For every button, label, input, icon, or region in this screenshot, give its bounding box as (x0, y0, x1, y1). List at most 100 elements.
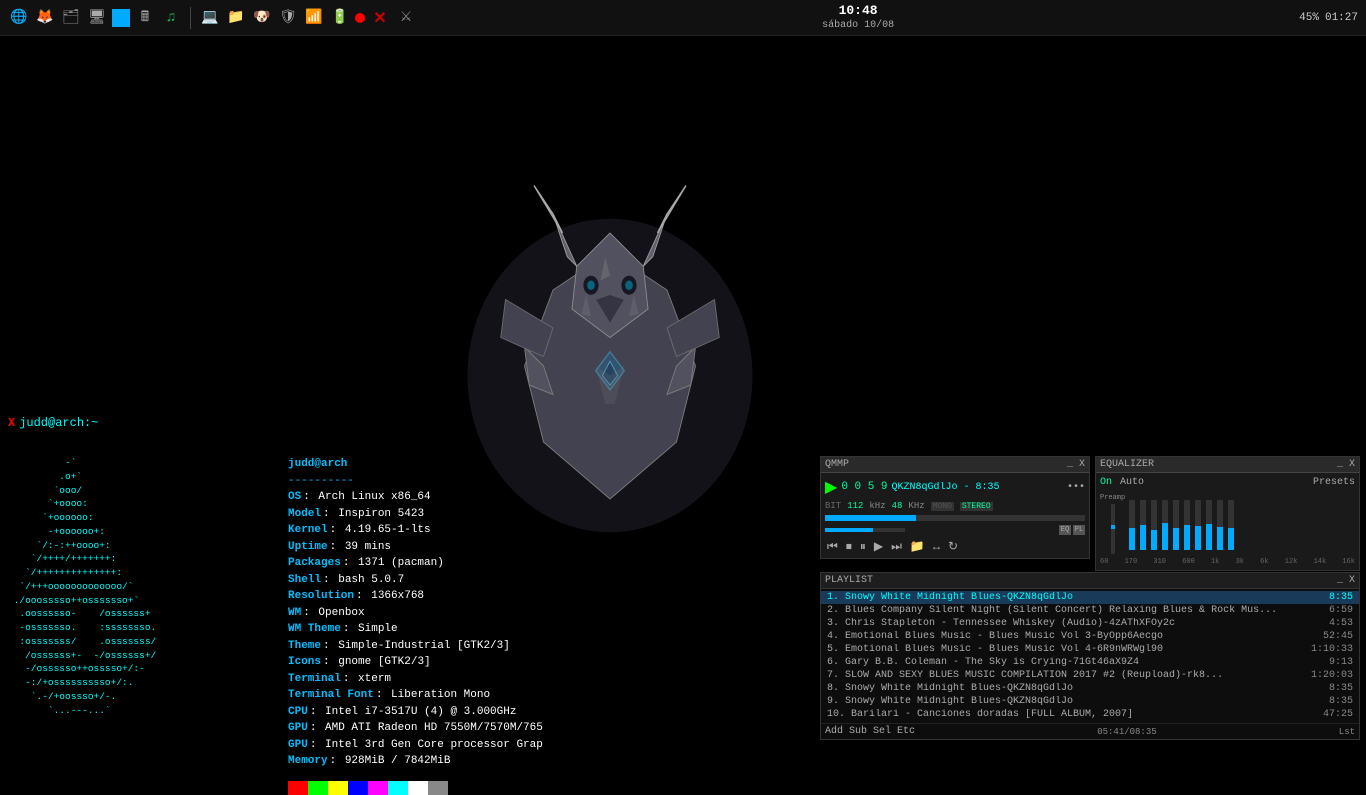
eq-bar-fill-3 (1162, 523, 1168, 551)
eq-slider-1[interactable] (1140, 500, 1146, 550)
eq-preamp-slider[interactable] (1111, 504, 1115, 554)
info-line-terminal-font: Terminal Font: Liberation Mono (288, 687, 543, 704)
pl-item-time: 8:35 (1329, 696, 1353, 707)
eq-slider-8[interactable] (1217, 500, 1223, 550)
monitor2-icon[interactable]: 💻 (199, 7, 221, 29)
shield-icon[interactable]: 🛡 (277, 7, 299, 29)
eq-auto-label[interactable]: Auto (1120, 477, 1144, 488)
qmmp-body: ▶ 0 0 5 9 QKZN8qGdlJo - 8:35 ••• BIT 112… (821, 473, 1089, 558)
qmmp-window-controls[interactable]: _ X (1067, 459, 1085, 470)
pl-btn-sub[interactable]: Sub (849, 726, 867, 737)
qmmp-khz-label2: KHz (908, 501, 924, 511)
eq-window-controls[interactable]: _ X (1337, 459, 1355, 470)
qmmp-prev-button[interactable]: ⏮ (825, 540, 840, 554)
pl-btn-etc[interactable]: Etc (897, 726, 915, 737)
playlist-item-7[interactable]: 7. SLOW AND SEXY BLUES MUSIC COMPILATION… (821, 669, 1359, 682)
playlist-item-9[interactable]: 9. Snowy White Midnight Blues-QKZN8qGdlJ… (821, 695, 1359, 708)
qmmp-stop-button[interactable]: ⏹ (844, 540, 854, 554)
qmmp-progress-row[interactable] (825, 515, 1085, 521)
eq-title: EQUALIZER (1100, 459, 1154, 470)
pl-item-time: 1:10:33 (1311, 644, 1353, 655)
eq-on-toggle[interactable]: On (1100, 477, 1112, 488)
eq-bar-6[interactable] (1195, 500, 1201, 550)
qmmp-next-button[interactable]: ⏭ (889, 540, 904, 554)
qmmp-shuffle-button[interactable]: ↔ (931, 540, 942, 554)
qmmp-menu-dots[interactable]: ••• (1067, 482, 1085, 493)
playlist-item-6[interactable]: 6. Gary B.B. Coleman - The Sky is Crying… (821, 656, 1359, 669)
eq-slider-2[interactable] (1151, 500, 1157, 550)
time-display: 10:48 (839, 3, 878, 20)
qmmp-vis-eq[interactable]: EQ (1059, 525, 1071, 535)
playlist-item-2[interactable]: 2. Blues Company Silent Night (Silent Co… (821, 604, 1359, 617)
qmmp-freq-row: BIT 112 kHz 48 KHz MONO STEREO (825, 501, 1085, 511)
eq-slider-7[interactable] (1206, 500, 1212, 550)
eq-slider-0[interactable] (1129, 500, 1135, 550)
eq-freq-label-3k: 3k (1236, 558, 1244, 566)
pl-btn-sel[interactable]: Sel (873, 726, 891, 737)
folder-icon[interactable]: 📁 (225, 7, 247, 29)
pl-lst-label: Lst (1339, 727, 1355, 737)
recording-icon[interactable] (355, 13, 365, 23)
eq-preamp-label: Preamp (1100, 494, 1125, 502)
eq-bar-9[interactable] (1228, 500, 1234, 550)
eq-slider-4[interactable] (1173, 500, 1179, 550)
pl-item-time: 1:20:03 (1311, 670, 1353, 681)
pl-window-controls[interactable]: _ X (1337, 575, 1355, 586)
eq-bar-2[interactable] (1151, 500, 1157, 550)
eq-bar-3[interactable] (1162, 500, 1168, 550)
qmmp-top-row: ▶ 0 0 5 9 QKZN8qGdlJo - 8:35 ••• (825, 477, 1085, 497)
pl-item-name: 2. Blues Company Silent Night (Silent Co… (827, 605, 1321, 616)
display-icon[interactable]: 🖥 (86, 7, 108, 29)
taskbar-left: 🌐 🦊 🗂 🖥 🖩 ♫ 💻 📁 🐶 🛡 📶 🔋 ✕ ⚔ (8, 7, 417, 29)
qmmp-volume-bar[interactable] (825, 528, 905, 532)
dog-icon[interactable]: 🐶 (251, 7, 273, 29)
network2-icon[interactable]: 📶 (303, 7, 325, 29)
swatch-green (308, 781, 328, 795)
eq-bar-7[interactable] (1206, 500, 1212, 550)
spotify-icon[interactable]: ♫ (160, 7, 182, 29)
eq-presets-label[interactable]: Presets (1313, 477, 1355, 488)
firefox-icon[interactable]: 🦊 (34, 7, 56, 29)
qmmp-title: QMMP (825, 459, 849, 470)
eq-slider-5[interactable] (1184, 500, 1190, 550)
battery2-icon[interactable]: 🔋 (329, 7, 351, 29)
pl-footer: AddSubSelEtc 05:41/08:35 Lst (821, 723, 1359, 739)
qmmp-time-display: 0 0 5 9 (841, 481, 887, 493)
playlist-item-1[interactable]: 1. Snowy White Midnight Blues-QKZN8qGdlJ… (821, 591, 1359, 604)
files-manager-icon[interactable]: 🗂 (60, 7, 82, 29)
eq-slider-6[interactable] (1195, 500, 1201, 550)
pl-titlebar: PLAYLIST _ X (821, 573, 1359, 589)
eq-bar-5[interactable] (1184, 500, 1190, 550)
qmmp-song-title: QKZN8qGdlJo - 8:35 (892, 482, 1063, 493)
qmmp-repeat-button[interactable]: ↻ (946, 539, 960, 554)
qmmp-vis-pl[interactable]: PL (1073, 525, 1085, 535)
desktop: X judd@arch:~ -` .o+` `ooo/ `+oooo: `+oo… (0, 36, 1366, 768)
info-line-gpu: GPU: Intel 3rd Gen Core processor Grap (288, 737, 543, 754)
prompt-x: X (8, 416, 15, 430)
playlist-item-4[interactable]: 4. Emotional Blues Music - Blues Music V… (821, 630, 1359, 643)
qmmp-progress-bar[interactable] (825, 515, 1085, 521)
qmmp-pause-button[interactable]: ⏸ (858, 540, 868, 554)
playlist-item-3[interactable]: 3. Chris Stapleton - Tennessee Whiskey (… (821, 617, 1359, 630)
eq-bar-fill-2 (1151, 530, 1157, 550)
eq-bar-0[interactable] (1129, 500, 1135, 550)
playlist-item-10[interactable]: 10. Barilari - Canciones doradas [FULL A… (821, 708, 1359, 721)
pl-btn-add[interactable]: Add (825, 726, 843, 737)
sword-icon[interactable]: ⚔ (395, 7, 417, 29)
eq-bar-4[interactable] (1173, 500, 1179, 550)
qmmp-play-button[interactable]: ▶ (825, 477, 837, 497)
playlist-item-8[interactable]: 8. Snowy White Midnight Blues-QKZN8qGdlJ… (821, 682, 1359, 695)
eq-slider-3[interactable] (1162, 500, 1168, 550)
eq-slider-9[interactable] (1228, 500, 1234, 550)
x-brand-icon[interactable]: ✕ (369, 7, 391, 29)
terminal-icon[interactable] (112, 9, 130, 27)
calculator-icon[interactable]: 🖩 (134, 7, 156, 29)
playlist-item-5[interactable]: 5. Emotional Blues Music - Blues Music V… (821, 643, 1359, 656)
info-line-gpu: GPU: AMD ATI Radeon HD 7550M/7570M/765 (288, 720, 543, 737)
chromium-icon[interactable]: 🌐 (8, 7, 30, 29)
eq-bar-1[interactable] (1140, 500, 1146, 550)
ascii-art: -` .o+` `ooo/ `+oooo: `+oooooo: -+oooooo… (8, 456, 156, 718)
eq-bar-8[interactable] (1217, 500, 1223, 550)
qmmp-open-button[interactable]: 📁 (908, 539, 927, 554)
qmmp-play-btn2[interactable]: ▶ (872, 539, 885, 554)
